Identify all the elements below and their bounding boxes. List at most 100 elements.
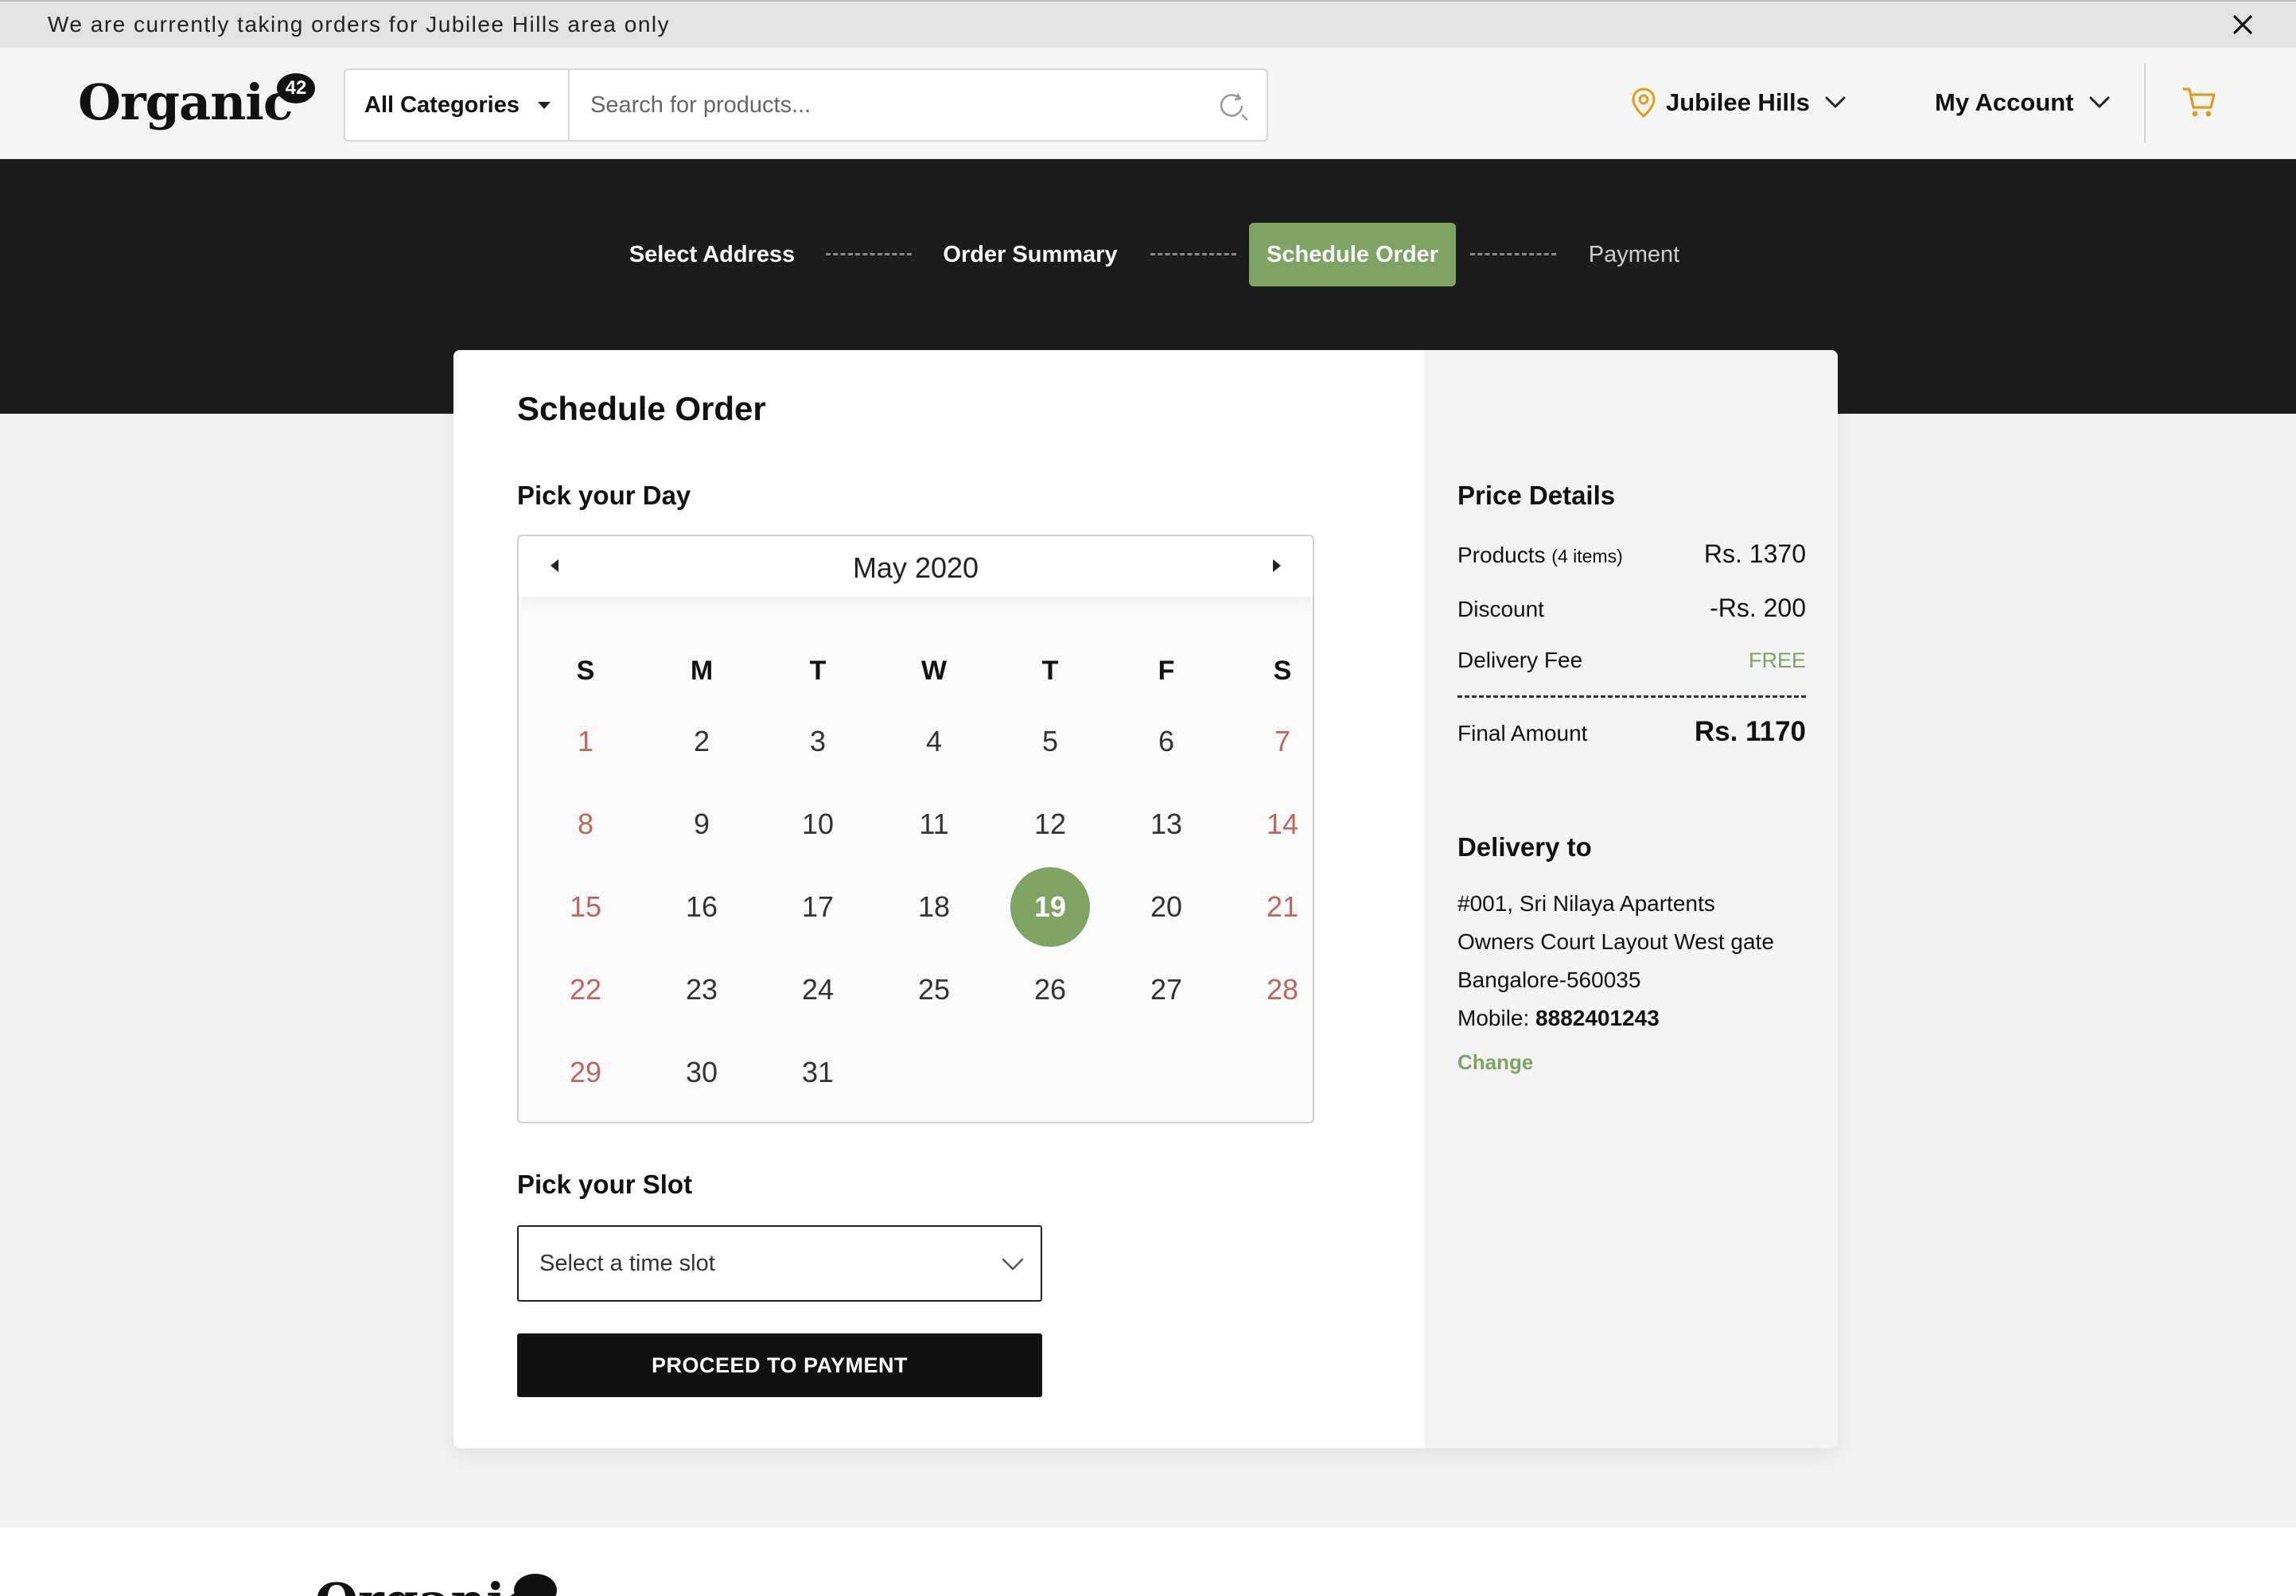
weekday-header: W	[920, 656, 948, 686]
calendar-day[interactable]: 30	[662, 1033, 741, 1112]
weekday-header: T	[809, 656, 827, 686]
step-select-address[interactable]: Select Address	[619, 223, 805, 286]
weekday-header: F	[1158, 656, 1175, 686]
calendar-day[interactable]: 8	[546, 784, 625, 864]
next-month-icon[interactable]	[1267, 557, 1286, 576]
calendar: May 2020 S M T W T F S 1 2 3 4 5 6 7 8 9 10 11 12 13 14 15 16 1…	[517, 535, 1314, 1123]
weekday-header: S	[1273, 656, 1292, 686]
announcement-text: We are currently taking orders for Jubil…	[48, 12, 671, 37]
search-bar: All Categories	[344, 68, 1268, 142]
calendar-day[interactable]: 5	[1010, 702, 1090, 781]
prev-month-icon[interactable]	[546, 557, 565, 576]
step-divider	[826, 253, 912, 256]
cart-icon[interactable]	[2181, 84, 2218, 121]
site-header: Organic 42 All Categories Jubilee Hills …	[0, 48, 2296, 159]
calendar-day[interactable]: 13	[1127, 784, 1206, 864]
delivery-fee-row: Delivery Fee FREE	[1457, 648, 1806, 673]
logo[interactable]: Organic 42	[78, 72, 325, 135]
calendar-day[interactable]: 3	[778, 702, 858, 781]
step-label: Select Address	[628, 241, 796, 267]
calendar-day[interactable]: 12	[1010, 784, 1090, 864]
delivery-fee-label: Delivery Fee	[1457, 648, 1583, 672]
calendar-day[interactable]: 1	[546, 702, 625, 781]
calendar-day[interactable]: 11	[894, 784, 974, 864]
time-slot-placeholder: Select a time slot	[539, 1250, 715, 1276]
calendar-day-selected[interactable]: 19	[1010, 867, 1090, 947]
schedule-order-card: Schedule Order Pick your Day May 2020 S M…	[453, 350, 1838, 1448]
calendar-day[interactable]: 21	[1243, 867, 1313, 947]
calendar-day[interactable]: 7	[1243, 702, 1313, 781]
products-value: Rs. 1370	[1703, 539, 1806, 568]
address-line-1: #001, Sri Nilaya Apartents	[1457, 891, 1715, 916]
step-label: Payment	[1588, 241, 1680, 267]
close-icon[interactable]	[2229, 11, 2256, 38]
time-slot-select[interactable]: Select a time slot	[517, 1225, 1042, 1302]
calendar-day[interactable]: 25	[894, 950, 974, 1030]
step-order-summary[interactable]: Order Summary	[932, 223, 1128, 286]
calendar-day[interactable]: 18	[894, 867, 974, 947]
calendar-day[interactable]: 29	[546, 1033, 625, 1112]
search-input[interactable]	[570, 70, 1216, 140]
announcement-bar: We are currently taking orders for Jubil…	[0, 0, 2296, 48]
calendar-day[interactable]: 16	[662, 867, 741, 947]
footer-logo[interactable]: Organic	[315, 1572, 535, 1596]
location-label: Jubilee Hills	[1666, 88, 1810, 116]
calendar-day[interactable]: 6	[1127, 702, 1206, 781]
final-amount-label: Final Amount	[1457, 721, 1588, 745]
calendar-day[interactable]: 28	[1243, 950, 1313, 1030]
chevron-down-icon	[2089, 96, 2110, 108]
proceed-to-payment-button[interactable]: PROCEED TO PAYMENT	[517, 1333, 1042, 1397]
chevron-down-icon	[1002, 1258, 1024, 1271]
weekday-header: S	[576, 656, 595, 686]
pick-day-heading: Pick your Day	[517, 481, 691, 510]
location-pin-icon	[1632, 88, 1656, 118]
address-line-2: Owners Court Layout West gate	[1457, 929, 1774, 954]
step-divider	[1150, 253, 1236, 256]
calendar-day[interactable]: 24	[778, 950, 858, 1030]
products-row: Products (4 items) Rs. 1370	[1457, 539, 1806, 569]
calendar-day[interactable]: 20	[1127, 867, 1206, 947]
calendar-day[interactable]: 4	[894, 702, 974, 781]
step-schedule-order[interactable]: Schedule Order	[1249, 223, 1456, 286]
account-label: My Account	[1935, 88, 2074, 116]
calendar-day[interactable]: 10	[778, 784, 858, 864]
calendar-day[interactable]: 27	[1127, 950, 1206, 1030]
delivery-heading: Delivery to	[1457, 832, 1592, 862]
calendar-day[interactable]: 14	[1243, 784, 1313, 864]
discount-row: Discount -Rs. 200	[1457, 594, 1806, 623]
caret-down-icon	[538, 102, 551, 109]
products-label: Products	[1457, 543, 1546, 567]
change-address-link[interactable]: Change	[1457, 1050, 1533, 1075]
step-payment[interactable]: Payment	[1578, 223, 1690, 286]
category-select-label: All Categories	[364, 91, 520, 118]
chevron-down-icon	[1825, 96, 1846, 108]
calendar-day[interactable]: 31	[778, 1033, 858, 1112]
checkout-stepper: Select Address Order Summary Schedule Or…	[0, 223, 2296, 286]
price-divider	[1457, 695, 1806, 698]
location-selector[interactable]: Jubilee Hills	[1631, 83, 1856, 123]
mobile-label: Mobile:	[1457, 1006, 1530, 1030]
calendar-day[interactable]: 22	[546, 950, 625, 1030]
mobile-line: Mobile: 8882401243	[1457, 1006, 1660, 1031]
step-label: Schedule Order	[1267, 241, 1438, 267]
calendar-day[interactable]: 15	[546, 867, 625, 947]
calendar-day[interactable]: 9	[662, 784, 741, 864]
delivery-fee-value: FREE	[1748, 648, 1806, 672]
calendar-day[interactable]: 26	[1010, 950, 1090, 1030]
my-account-menu[interactable]: My Account	[1935, 83, 2111, 123]
step-divider	[1470, 253, 1556, 256]
weekday-header: T	[1041, 656, 1059, 686]
calendar-day[interactable]: 23	[662, 950, 741, 1030]
search-icon[interactable]	[1216, 88, 1249, 122]
final-amount-value: Rs. 1170	[1694, 716, 1806, 747]
logo-text: Organic	[78, 73, 294, 131]
final-amount-row: Final Amount Rs. 1170	[1457, 716, 1806, 748]
pick-slot-heading: Pick your Slot	[517, 1170, 693, 1199]
products-label-wrap: Products (4 items)	[1457, 543, 1623, 568]
logo-badge: 42	[277, 73, 315, 103]
step-label: Order Summary	[943, 241, 1118, 267]
calendar-day[interactable]: 2	[662, 702, 741, 781]
category-select[interactable]: All Categories	[345, 70, 570, 140]
calendar-day[interactable]: 17	[778, 867, 858, 947]
price-details-heading: Price Details	[1457, 481, 1616, 510]
